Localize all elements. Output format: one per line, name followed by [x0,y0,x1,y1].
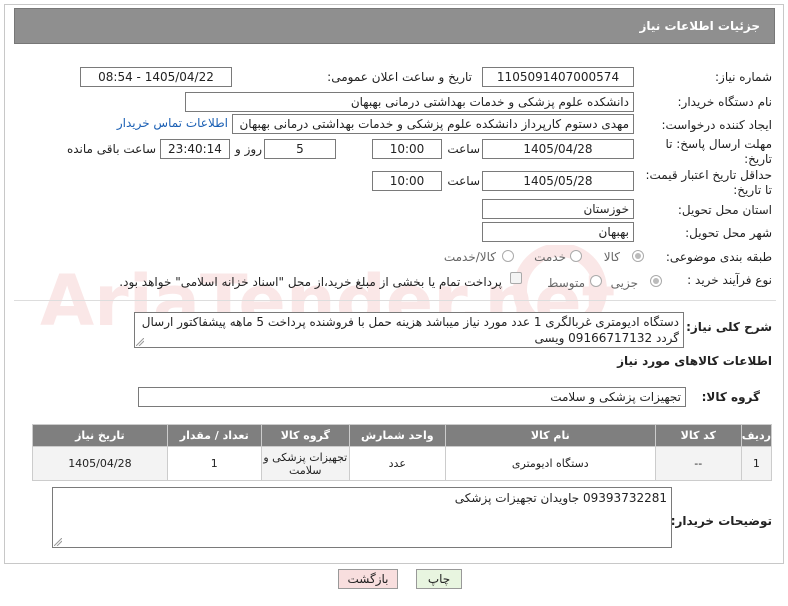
purchase-type-option-medium: متوسط [547,276,585,290]
col-name-header: نام کالا [444,424,656,447]
buyer-notes-label: توضیحات خریدار: [670,514,772,528]
code-cell: -- [654,446,742,481]
purchase-type-label: نوع فرآیند خرید : [687,273,772,287]
category-radio-goods[interactable] [632,250,644,262]
page-title: جزئیات اطلاعات نیاز [639,19,760,33]
category-radio-service[interactable] [570,250,582,262]
category-option-service: خدمت [534,250,566,264]
city-label: شهر محل تحویل: [685,226,772,240]
goods-info-title: اطلاعات کالاهای مورد نیاز [617,354,772,368]
buyer-org-field: دانشکده علوم پزشکی و خدمات بهداشتی درمان… [185,92,634,112]
remaining-time-field: 23:40:14 [160,139,230,159]
city-field: بهبهان [482,222,634,242]
goods-table: ردیف کد کالا نام کالا واحد شمارش گروه کا… [32,424,773,481]
response-deadline-label: مهلت ارسال پاسخ: تا [665,137,772,151]
back-button[interactable]: بازگشت [338,569,398,589]
description-label: شرح کلی نیاز: [686,320,772,334]
section-divider [14,300,776,301]
table-row: 1 -- دستگاه ادیومتری عدد تجهیزات پزشکی و… [32,446,773,481]
print-button[interactable]: چاپ [416,569,462,589]
page-header: جزئیات اطلاعات نیاز [14,8,775,44]
price-validity-label-2: تا تاریخ: [733,183,772,197]
province-field: خوزستان [482,199,634,219]
need-number-field: 1105091407000574 [482,67,634,87]
col-date-header: تاریخ نیاز [32,424,168,447]
category-radio-goods-service[interactable] [502,250,514,262]
remaining-days-field: 5 [264,139,336,159]
date-cell: 1405/04/28 [32,446,168,481]
goods-group-field: تجهیزات پزشکی و سلامت [138,387,686,407]
qty-cell: 1 [166,446,262,481]
province-label: استان محل تحویل: [677,203,772,217]
need-number-label: شماره نیاز: [715,70,772,84]
requester-label: ایجاد کننده درخواست: [661,118,772,132]
remaining-time-label: ساعت باقی مانده [66,142,156,156]
buyer-org-label: نام دستگاه خریدار: [677,95,773,109]
response-deadline-label-2: تاریخ: [744,152,772,166]
col-row-header: ردیف [740,424,773,447]
treasury-payment-note: پرداخت تمام یا بخشی از مبلغ خرید،از محل … [119,275,502,289]
unit-cell: عدد [348,446,446,481]
row-number-cell: 1 [740,446,773,481]
buyer-notes-field: 09393732281 جاویدان تجهیزات پزشکی [52,487,672,548]
purchase-type-radio-medium[interactable] [590,275,602,287]
goods-group-label: گروه کالا: [701,390,760,404]
response-time-label: ساعت [447,142,480,156]
name-cell: دستگاه ادیومتری [444,446,656,481]
price-validity-time-field: 10:00 [372,171,442,191]
goods-table-header: ردیف کد کالا نام کالا واحد شمارش گروه کا… [32,424,773,447]
resize-handle-icon[interactable] [54,538,62,546]
price-validity-date-field: 1405/05/28 [482,171,634,191]
purchase-type-option-minor: جزیی [610,276,638,290]
days-label: روز و [235,142,262,156]
announce-datetime-field: 1405/04/22 - 08:54 [80,67,232,87]
requester-field: مهدی دستوم کارپرداز دانشکده علوم پزشکی و… [232,114,634,134]
response-date-field: 1405/04/28 [482,139,634,159]
category-option-goods: کالا [603,250,620,264]
purchase-type-radio-minor[interactable] [650,275,662,287]
announce-datetime-label: تاریخ و ساعت اعلان عمومی: [327,70,472,84]
category-label: طبقه بندی موضوعی: [665,250,772,264]
col-code-header: کد کالا [654,424,742,447]
col-unit-header: واحد شمارش [348,424,446,447]
col-qty-header: تعداد / مقدار [166,424,262,447]
resize-handle-icon[interactable] [136,338,144,346]
col-group-header: گروه کالا [260,424,350,447]
price-validity-time-label: ساعت [447,174,480,188]
description-field: دستگاه ادیومتری غربالگری 1 عدد مورد نیاز… [134,312,684,348]
price-validity-label: حداقل تاریخ اعتبار قیمت: [645,168,772,182]
response-time-field: 10:00 [372,139,442,159]
category-option-goods-service: کالا/خدمت [443,250,496,264]
buyer-contact-link[interactable]: اطلاعات تماس خریدار [117,116,228,130]
group-cell: تجهیزات پزشکی و سلامت [260,446,350,481]
treasury-payment-checkbox[interactable] [510,272,522,284]
